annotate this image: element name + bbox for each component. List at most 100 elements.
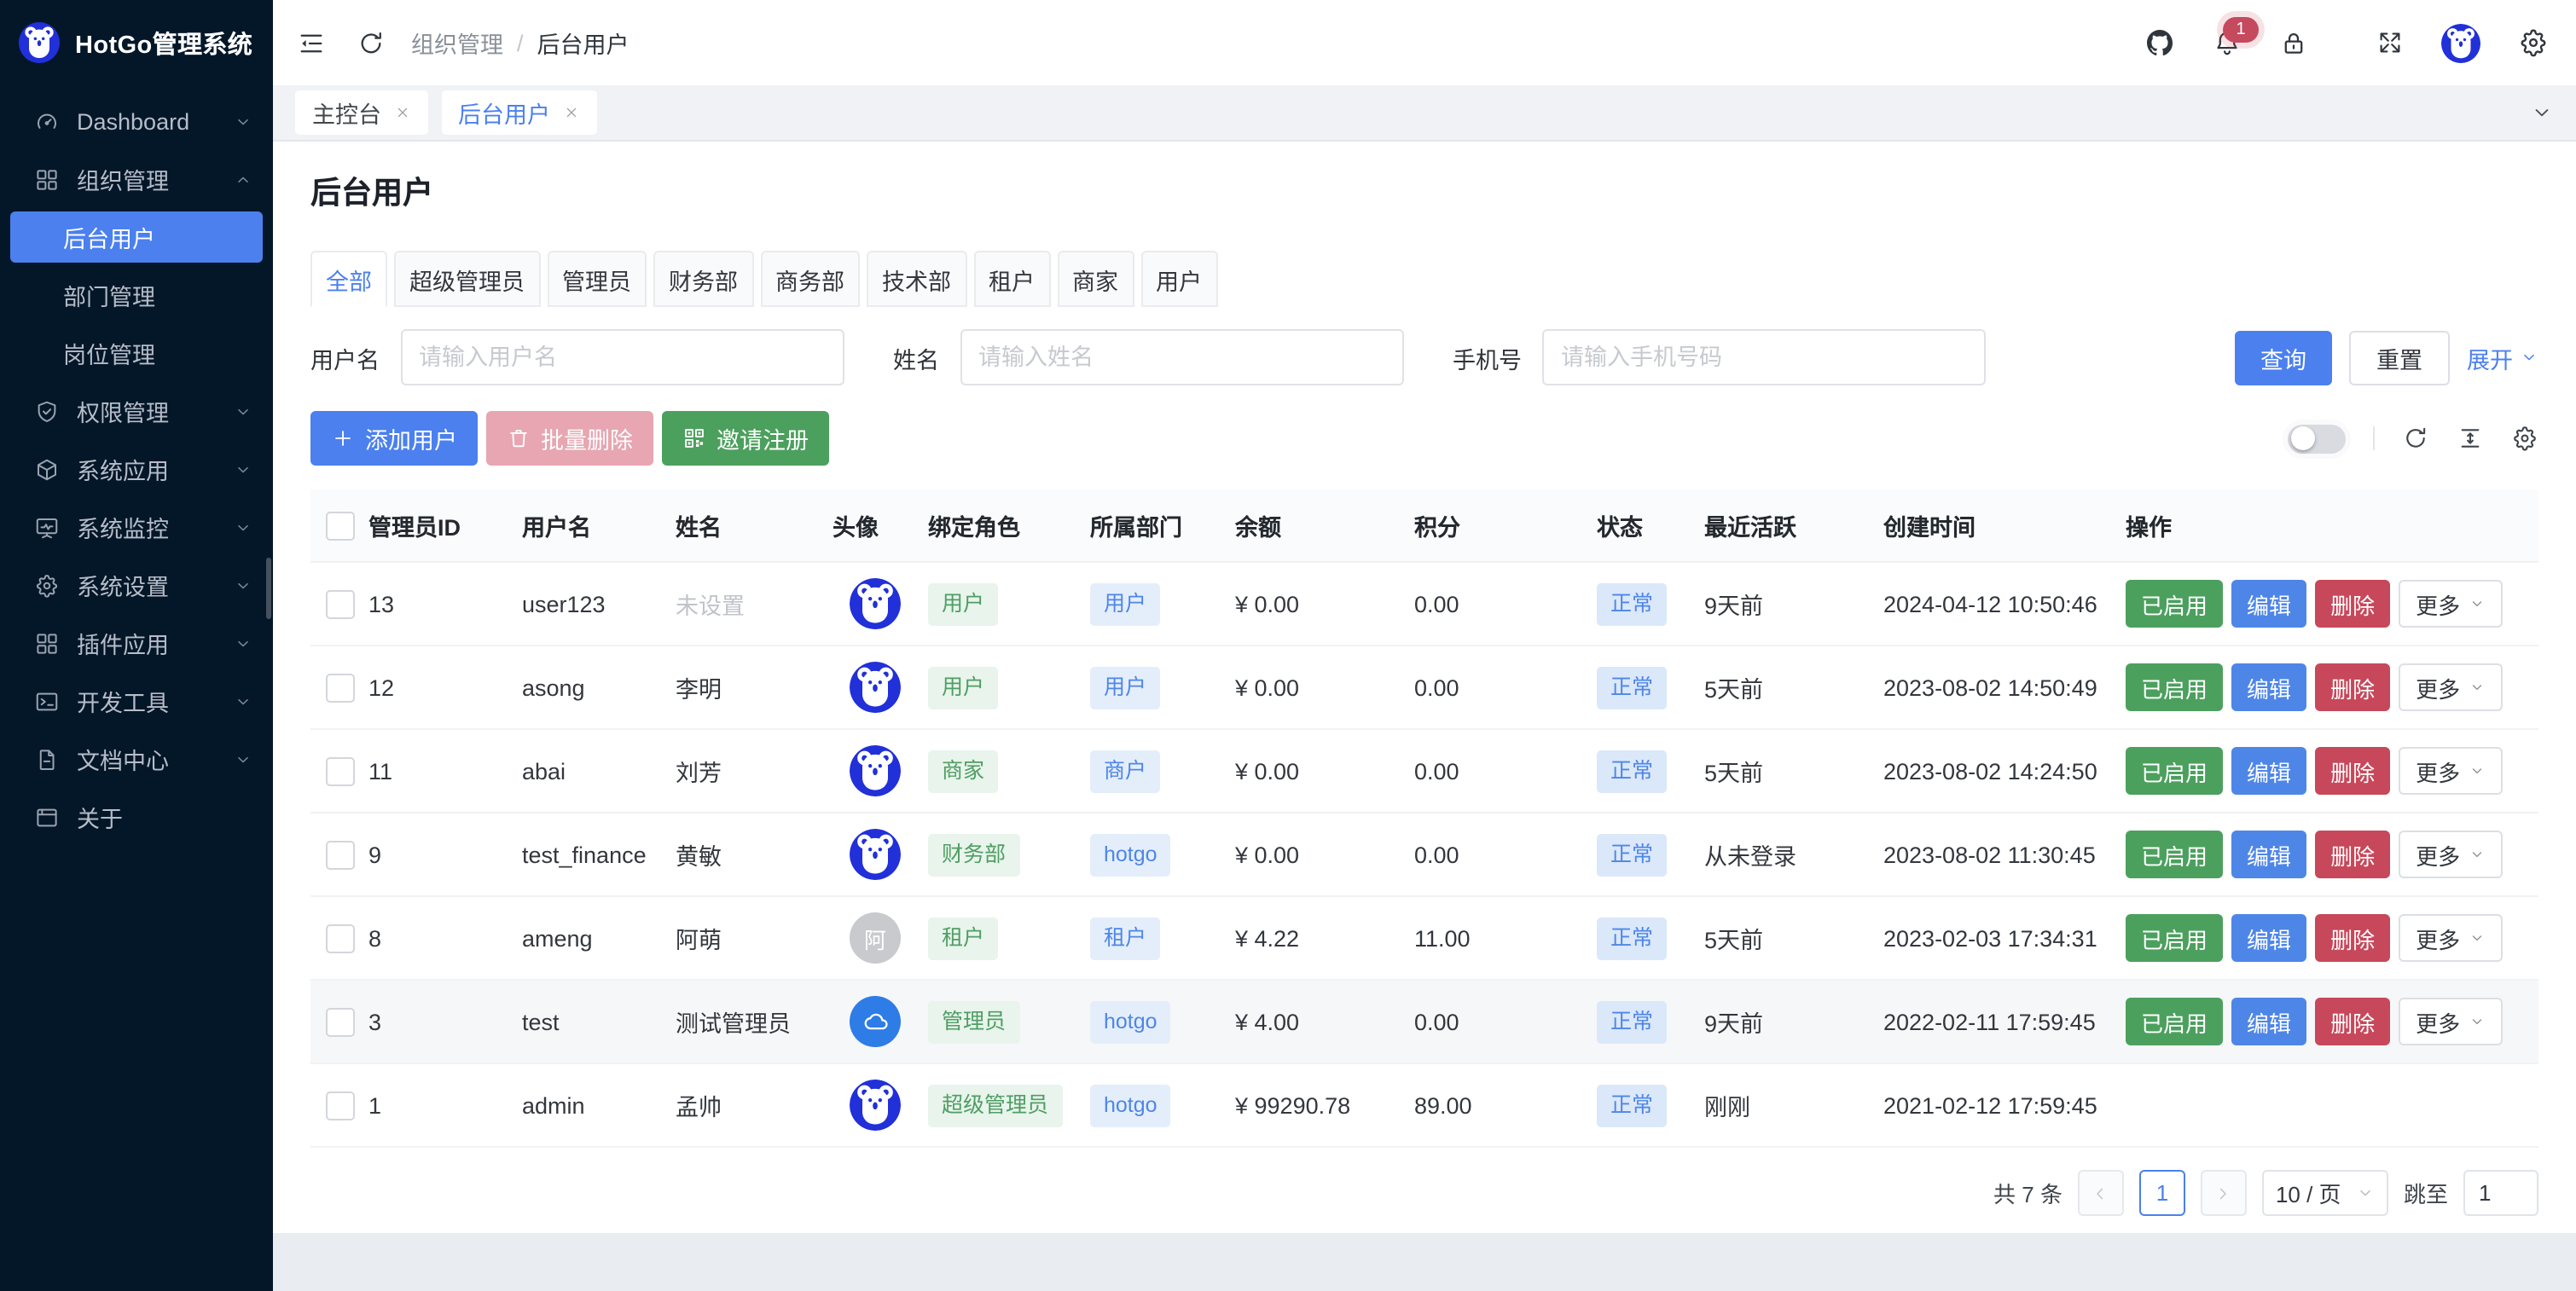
sidebar-item-dev-tools[interactable]: 开发工具 — [0, 675, 273, 727]
dept-tag: 租户 — [1090, 917, 1160, 959]
search-button[interactable]: 查询 — [2235, 330, 2332, 385]
more-label: 更多 — [2416, 922, 2460, 954]
tabbar-dropdown-button[interactable] — [2530, 101, 2554, 124]
cell-name: 孟帅 — [676, 1063, 833, 1147]
select-all-checkbox[interactable] — [326, 511, 355, 540]
enabled-button[interactable]: 已启用 — [2126, 831, 2223, 878]
enabled-button[interactable]: 已启用 — [2126, 998, 2223, 1045]
page-tab[interactable]: 后台用户 — [441, 90, 596, 135]
role-filter-tab[interactable]: 管理员 — [547, 251, 647, 307]
page-tab[interactable]: 主控台 — [295, 90, 427, 135]
delete-button[interactable]: 删除 — [2315, 914, 2390, 962]
role-tag: 超级管理员 — [928, 1084, 1062, 1126]
batch-delete-button[interactable]: 批量删除 — [486, 411, 653, 466]
more-button[interactable]: 更多 — [2399, 914, 2503, 962]
more-button[interactable]: 更多 — [2399, 831, 2503, 878]
enabled-button[interactable]: 已启用 — [2126, 914, 2223, 962]
row-checkbox[interactable] — [326, 1091, 355, 1120]
user-avatar[interactable] — [2441, 23, 2480, 62]
more-button[interactable]: 更多 — [2399, 747, 2503, 795]
notifications-button[interactable]: 1 — [2213, 28, 2242, 57]
sidebar-item-sys-monitor[interactable]: 系统监控 — [0, 501, 273, 553]
sidebar-scrollbar[interactable] — [266, 558, 271, 619]
more-button[interactable]: 更多 — [2399, 580, 2503, 628]
table-refresh-button[interactable] — [2402, 425, 2429, 452]
sidebar-subitem-post-manage[interactable]: 岗位管理 — [10, 327, 263, 379]
edit-button[interactable]: 编辑 — [2231, 663, 2306, 711]
more-button[interactable]: 更多 — [2399, 663, 2503, 711]
settings-button[interactable] — [2518, 27, 2549, 58]
sidebar-item-dashboard[interactable]: Dashboard — [0, 96, 273, 147]
delete-button[interactable]: 删除 — [2315, 580, 2390, 628]
notification-badge: 1 — [2223, 16, 2259, 42]
breadcrumb-item[interactable]: 组织管理 — [411, 26, 503, 60]
sidebar-item-plugin-app[interactable]: 插件应用 — [0, 617, 273, 669]
expand-toggle[interactable]: 展开 — [2467, 340, 2538, 374]
enabled-button[interactable]: 已启用 — [2126, 747, 2223, 795]
sidebar-item-doc-center[interactable]: 文档中心 — [0, 733, 273, 784]
sidebar-item-sys-setting[interactable]: 系统设置 — [0, 559, 273, 611]
fullscreen-button[interactable] — [2376, 29, 2404, 56]
edit-button[interactable]: 编辑 — [2231, 747, 2306, 795]
role-filter-tab[interactable]: 财务部 — [653, 251, 753, 307]
role-filter-tab[interactable]: 商家 — [1057, 251, 1134, 307]
row-checkbox[interactable] — [326, 840, 355, 869]
close-icon[interactable] — [562, 104, 579, 121]
github-icon[interactable] — [2144, 27, 2175, 58]
sidebar-item-sys-app[interactable]: 系统应用 — [0, 443, 273, 495]
sidebar-subitem-backend-users[interactable]: 后台用户 — [10, 211, 263, 263]
pagination: 共 7 条 1 10 / 页 跳至 — [310, 1170, 2538, 1216]
cell-avatar — [833, 646, 928, 729]
reload-button[interactable] — [357, 28, 386, 57]
breadcrumb-item[interactable]: 后台用户 — [537, 26, 629, 60]
enabled-button[interactable]: 已启用 — [2126, 663, 2223, 711]
filter-input[interactable] — [400, 329, 844, 385]
table-density-button[interactable] — [2457, 425, 2484, 452]
page-number-button[interactable]: 1 — [2139, 1170, 2185, 1216]
sidebar-item-perm[interactable]: 权限管理 — [0, 385, 273, 437]
prev-page-button[interactable] — [2078, 1170, 2124, 1216]
collapse-sidebar-button[interactable] — [297, 28, 326, 57]
delete-button[interactable]: 删除 — [2315, 998, 2390, 1045]
role-filter-tab[interactable]: 超级管理员 — [394, 251, 540, 307]
row-checkbox[interactable] — [326, 673, 355, 702]
sidebar-item-label: 权限管理 — [77, 394, 234, 428]
filter-input[interactable] — [960, 329, 1403, 385]
edit-button[interactable]: 编辑 — [2231, 998, 2306, 1045]
role-filter-tab[interactable]: 全部 — [310, 251, 387, 307]
striped-toggle[interactable] — [2288, 424, 2346, 453]
table-settings-button[interactable] — [2511, 425, 2538, 452]
page-size-select[interactable]: 10 / 页 — [2262, 1170, 2388, 1216]
column-header: 积分 — [1414, 489, 1597, 562]
delete-button[interactable]: 删除 — [2315, 747, 2390, 795]
sidebar-item-label: 系统设置 — [77, 568, 234, 602]
cell-role: 财务部 — [928, 813, 1090, 896]
role-filter-tab[interactable]: 商务部 — [760, 251, 860, 307]
role-filter-tab[interactable]: 技术部 — [867, 251, 966, 307]
reset-button[interactable]: 重置 — [2349, 330, 2450, 385]
filter-input[interactable] — [1542, 329, 1986, 385]
add-user-button[interactable]: 添加用户 — [310, 411, 478, 466]
row-checkbox[interactable] — [326, 589, 355, 618]
cell-last-active: 5天前 — [1704, 896, 1883, 980]
more-button[interactable]: 更多 — [2399, 998, 2503, 1045]
sidebar-item-about[interactable]: 关于 — [0, 791, 273, 842]
delete-button[interactable]: 删除 — [2315, 663, 2390, 711]
row-checkbox[interactable] — [326, 1007, 355, 1036]
edit-button[interactable]: 编辑 — [2231, 914, 2306, 962]
row-checkbox[interactable] — [326, 923, 355, 952]
role-filter-tab[interactable]: 用户 — [1140, 251, 1217, 307]
role-filter-tab[interactable]: 租户 — [973, 251, 1050, 307]
jump-input[interactable] — [2463, 1170, 2538, 1216]
close-icon[interactable] — [393, 104, 410, 121]
edit-button[interactable]: 编辑 — [2231, 831, 2306, 878]
lock-screen-button[interactable] — [2279, 28, 2308, 57]
sidebar-subitem-dept-manage[interactable]: 部门管理 — [10, 269, 263, 321]
sidebar-item-org[interactable]: 组织管理 — [0, 153, 273, 205]
row-checkbox[interactable] — [326, 756, 355, 785]
delete-button[interactable]: 删除 — [2315, 831, 2390, 878]
invite-register-button[interactable]: 邀请注册 — [662, 411, 829, 466]
edit-button[interactable]: 编辑 — [2231, 580, 2306, 628]
enabled-button[interactable]: 已启用 — [2126, 580, 2223, 628]
next-page-button[interactable] — [2201, 1170, 2247, 1216]
